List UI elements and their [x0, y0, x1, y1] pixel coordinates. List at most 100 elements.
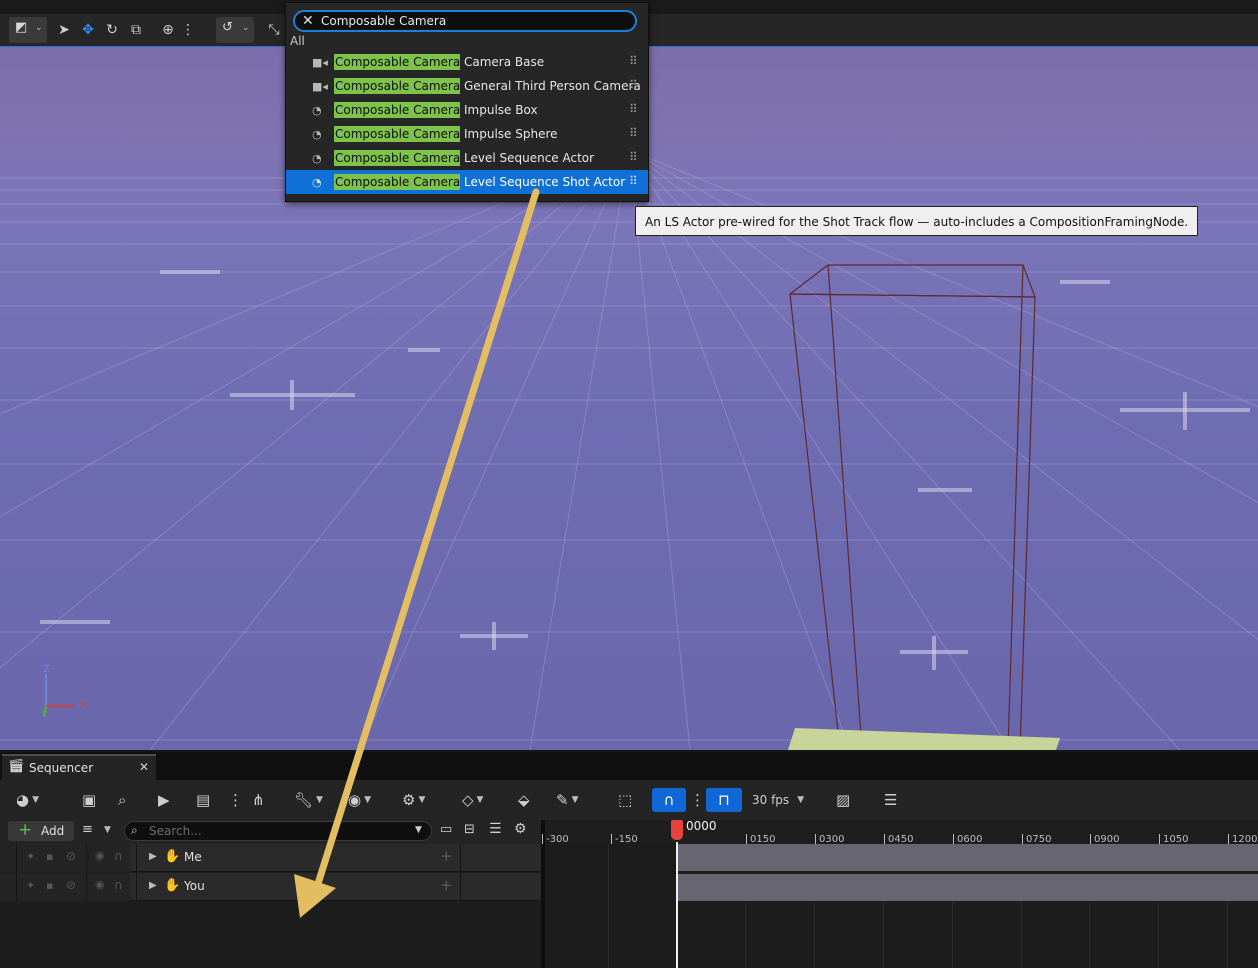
result-item-level-sequence-shot-actor[interactable]: ◔ Composable Camera Level Sequence Shot …	[286, 170, 648, 194]
search-value: Composable Camera	[321, 14, 447, 28]
add-track-button[interactable]: + Add	[8, 820, 74, 841]
time-ruler[interactable]: -300 -150 0150 0300 0450 0600 0750 0900 …	[542, 820, 1258, 845]
pin-icon[interactable]: ✦	[26, 850, 35, 863]
track-search-input[interactable]: ⌕ Search... ▼	[124, 821, 432, 841]
close-tab-icon[interactable]: ✕	[139, 760, 149, 774]
search-icon: ⌕	[131, 823, 138, 837]
result-item-impulse-sphere[interactable]: ◔ Composable Camera Impulse Sphere ⠿	[286, 122, 648, 146]
render-movie-button[interactable]: ▶︎	[158, 788, 170, 812]
match-highlight: Composable Camera	[334, 78, 461, 94]
frame-snap-icon: ⊓	[718, 791, 730, 809]
expand-arrow-icon[interactable]: ▶	[149, 851, 157, 862]
vertical-dots-icon: ⋮	[690, 791, 705, 809]
mute-icon[interactable]: ⊘	[66, 878, 76, 892]
expand-all-icon[interactable]: ⊟	[464, 822, 475, 837]
track-outliner: + Add ≡ ▼ ⌕ Search... ▼ ▭ ⊟ ☰ ⚙ ✦ ▪ ⊘ ◉ …	[0, 820, 541, 968]
add-subtrack-icon[interactable]: +	[440, 876, 453, 894]
chevron-down-icon: ▼	[32, 795, 40, 805]
lock-icon[interactable]: ▪	[46, 850, 53, 863]
actor-search-input[interactable]: ✕ Composable Camera	[293, 10, 637, 32]
rotate-tool-button[interactable]: ↻	[100, 18, 124, 42]
result-item-general-third-person-camera[interactable]: ■◂ Composable Camera General Third Perso…	[286, 74, 648, 98]
wireframe-box	[788, 264, 1036, 750]
add-subtrack-icon[interactable]: +	[440, 847, 453, 865]
result-label: Impulse Sphere	[464, 127, 558, 141]
chevron-down-icon: ⌄	[242, 23, 250, 33]
drag-grip-icon[interactable]: ⠿	[629, 126, 638, 140]
visibility-eye-icon[interactable]: ◉	[95, 849, 105, 862]
list-view-icon[interactable]: ☰	[489, 821, 502, 837]
select-mode-dropdown[interactable]: ◩ ⌄	[9, 17, 47, 43]
drag-grip-icon[interactable]: ⠿	[629, 150, 638, 164]
track-options-button[interactable]: ☰	[884, 788, 897, 812]
vertical-dots-icon: ⋮	[181, 22, 195, 38]
fps-dropdown[interactable]: 30 fps ▼	[752, 788, 804, 812]
snap-to-frames-button[interactable]: ⊓	[706, 788, 742, 812]
world-dropdown[interactable]: ◕ ▼	[16, 788, 39, 812]
snap-toggle-button[interactable]: ∩	[652, 788, 686, 812]
chevron-down-icon[interactable]: ▼	[104, 825, 111, 835]
playback-options-dropdown[interactable]: ⚙ ▼	[402, 788, 425, 812]
snap-more-button[interactable]: ⋮	[690, 788, 705, 812]
timeline-area[interactable]: -300 -150 0150 0300 0450 0600 0750 0900 …	[542, 819, 1258, 968]
camera-icon: ■◂	[312, 56, 328, 69]
eye-icon: ◉	[348, 791, 362, 809]
track-row-you[interactable]: ✦ ▪ ⊘ ◉ ∩ ▶ ✋ You +	[0, 873, 541, 901]
drag-grip-icon[interactable]: ⠿	[629, 78, 638, 92]
hierarchy-button[interactable]: ⋔	[252, 788, 265, 812]
key-interp-dropdown[interactable]: ◇ ▼	[462, 788, 483, 812]
settings-gear-icon[interactable]: ⚙	[514, 821, 527, 837]
track-row-me[interactable]: ✦ ▪ ⊘ ◉ ∩ ▶ ✋ Me +	[0, 844, 541, 872]
selection-tool-button[interactable]: ⬚	[618, 788, 632, 812]
result-item-impulse-box[interactable]: ◔ Composable Camera Impulse Box ⠿	[286, 98, 648, 122]
auto-key-button[interactable]: ⬙	[518, 788, 530, 812]
result-label: General Third Person Camera	[464, 79, 641, 93]
match-highlight: Composable Camera	[334, 54, 461, 70]
collapse-all-icon[interactable]: ▭	[440, 822, 452, 837]
result-item-level-sequence-actor[interactable]: ◔ Composable Camera Level Sequence Actor…	[286, 146, 648, 170]
result-item-camera-base[interactable]: ■◂ Composable Camera Camera Base ⠿	[286, 50, 648, 74]
movie-camera-icon: ▶︎	[158, 791, 170, 809]
filter-icon[interactable]: ≡	[82, 822, 93, 837]
category-label: All	[290, 34, 305, 48]
pin-icon[interactable]: ✦	[26, 879, 35, 892]
playhead-handle[interactable]	[671, 820, 683, 840]
match-highlight: Composable Camera	[334, 150, 461, 166]
ruler-tick: -150	[611, 834, 638, 845]
toolbar-more-button[interactable]: ⋮	[228, 788, 243, 812]
actor-icon: ◔	[312, 176, 322, 189]
chevron-down-icon: ▼	[418, 795, 426, 805]
save-button[interactable]: ▣	[82, 788, 96, 812]
diamond-key-icon: ◇	[462, 791, 474, 809]
visibility-eye-icon[interactable]: ◉	[95, 878, 105, 891]
view-options-dropdown[interactable]: ◉ ▼	[348, 788, 371, 812]
camera-speed-button[interactable]: ⤡	[262, 18, 286, 42]
globe-icon: ⊕	[162, 22, 174, 38]
headphones-icon[interactable]: ∩	[114, 849, 123, 863]
track-lane-me[interactable]	[677, 844, 1258, 871]
lock-icon[interactable]: ▪	[46, 879, 53, 892]
result-label: Impulse Box	[464, 103, 538, 117]
translate-tool-button[interactable]: ✥	[76, 18, 100, 42]
select-tool-button[interactable]: ➤	[52, 18, 76, 42]
transform-more-button[interactable]: ⋮	[176, 18, 200, 42]
edit-mode-dropdown[interactable]: ✎ ▼	[556, 788, 579, 812]
mute-icon[interactable]: ⊘	[66, 849, 76, 863]
find-in-browser-button[interactable]: ⌕	[118, 788, 126, 812]
clapper-button[interactable]: ▤	[196, 788, 210, 812]
drag-grip-icon[interactable]: ⠿	[629, 174, 638, 188]
result-label: Level Sequence Shot Actor	[464, 175, 626, 189]
track-lane-you[interactable]	[677, 874, 1258, 901]
snap-dropdown[interactable]: ↺ ⌄	[216, 17, 254, 43]
drag-grip-icon[interactable]: ⠿	[629, 102, 638, 116]
expand-arrow-icon[interactable]: ▶	[149, 880, 157, 891]
tab-sequencer[interactable]: 🎬︎ Sequencer ✕	[2, 754, 156, 780]
curve-editor-button[interactable]: ▨	[836, 788, 850, 812]
selection-icon: ⬚	[618, 791, 633, 809]
chevron-down-icon: ▼	[476, 795, 484, 805]
scale-tool-button[interactable]: ⧉	[124, 18, 148, 42]
actions-dropdown[interactable]: 🔧︎ ▼	[294, 788, 323, 812]
headphones-icon[interactable]: ∩	[114, 878, 123, 892]
clear-search-icon[interactable]: ✕	[302, 13, 314, 29]
drag-grip-icon[interactable]: ⠿	[629, 54, 638, 68]
